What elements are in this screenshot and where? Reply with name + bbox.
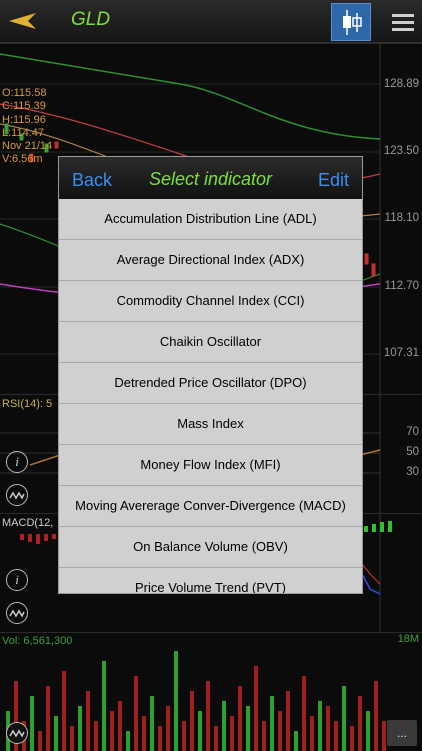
volume-bar <box>310 716 314 751</box>
volume-bar <box>342 686 346 751</box>
volume-bar <box>38 731 42 751</box>
candlestick-icon <box>343 10 362 35</box>
volume-bar <box>94 721 98 751</box>
volume-bar <box>206 681 210 751</box>
edit-button[interactable]: Edit <box>318 170 349 191</box>
back-button[interactable]: Back <box>72 170 112 191</box>
volume-bar <box>86 691 90 751</box>
candlestick-chart-button[interactable] <box>331 3 371 41</box>
indicator-item-mass-index[interactable]: Mass Index <box>59 404 362 445</box>
volume-bar <box>302 676 306 751</box>
volume-bar <box>270 696 274 751</box>
indicator-item-mfi[interactable]: Money Flow Index (MFI) <box>59 445 362 486</box>
volume-bar <box>262 721 266 751</box>
volume-bar <box>318 701 322 751</box>
back-arrow-icon[interactable] <box>8 10 38 32</box>
indicator-item-adx[interactable]: Average Directional Index (ADX) <box>59 240 362 281</box>
volume-bar <box>182 721 186 751</box>
volume-bar <box>166 706 170 751</box>
volume-bar <box>46 686 50 751</box>
indicator-item-obv[interactable]: On Balance Volume (OBV) <box>59 527 362 568</box>
indicator-item-cci[interactable]: Commodity Channel Index (CCI) <box>59 281 362 322</box>
volume-bar <box>134 676 138 751</box>
volume-bar <box>150 696 154 751</box>
volume-bar <box>78 706 82 751</box>
volume-bar <box>54 716 58 751</box>
volume-bar <box>198 711 202 751</box>
volume-bar <box>102 661 106 751</box>
rsi-info-icon[interactable]: i <box>6 451 28 473</box>
indicator-item-pvt[interactable]: Price Volume Trend (PVT) <box>59 568 362 593</box>
rsi-label: RSI(14): 5 <box>2 398 53 410</box>
volume-bar <box>286 691 290 751</box>
menu-icon <box>392 14 414 17</box>
dialog-header: Select indicator Back Edit <box>59 157 362 199</box>
price-y-label: 112.70 <box>384 280 419 292</box>
volume-bar <box>254 666 258 751</box>
volume-bar <box>222 701 226 751</box>
volume-bar <box>374 681 378 751</box>
rsi-y-label: 70 <box>406 426 419 438</box>
price-y-label: 128.89 <box>383 78 419 90</box>
volume-bar <box>382 721 386 751</box>
ticker-title: GLD <box>71 9 111 30</box>
rsi-y-label: 50 <box>406 446 419 458</box>
indicator-item-adl[interactable]: Accumulation Distribution Line (ADL) <box>59 199 362 240</box>
indicator-item-dpo[interactable]: Detrended Price Oscillator (DPO) <box>59 363 362 404</box>
price-y-label: 123.50 <box>383 145 419 157</box>
macd-settings-wave-icon[interactable] <box>6 602 28 624</box>
volume-bar <box>142 716 146 751</box>
rsi-y-label: 30 <box>406 466 419 478</box>
volume-bar <box>238 686 242 751</box>
volume-settings-wave-icon[interactable] <box>6 722 28 744</box>
ohlc-readout: O:115.58 C:115.39 H:115.96 L:114.47 Nov … <box>2 87 53 166</box>
volume-bar <box>118 701 122 751</box>
volume-bar <box>326 706 330 751</box>
volume-bar <box>214 726 218 751</box>
indicator-item-chaikin[interactable]: Chaikin Oscillator <box>59 322 362 363</box>
indicator-item-macd[interactable]: Moving Avererage Conver-Divergence (MACD… <box>59 486 362 527</box>
volume-label: Vol: 6,561,300 <box>2 635 73 647</box>
volume-bar <box>190 691 194 751</box>
volume-bar <box>278 711 282 751</box>
volume-bar <box>230 716 234 751</box>
rsi-settings-wave-icon[interactable] <box>6 484 28 506</box>
price-y-label: 118.10 <box>384 212 419 224</box>
volume-bar <box>350 726 354 751</box>
volume-chart <box>6 651 386 751</box>
volume-bar <box>62 671 66 751</box>
volume-bar <box>30 696 34 751</box>
volume-max-label: 18M <box>397 633 419 645</box>
volume-pane: Vol: 6,561,300 18M <box>0 632 422 751</box>
menu-button[interactable] <box>384 3 422 41</box>
volume-bar <box>246 706 250 751</box>
volume-bar <box>70 726 74 751</box>
macd-label: MACD(12, <box>2 517 54 529</box>
select-indicator-dialog: Select indicator Back Edit Accumulation … <box>58 156 363 594</box>
volume-bar <box>158 726 162 751</box>
macd-info-icon[interactable]: i <box>6 569 28 591</box>
volume-bar <box>294 731 298 751</box>
volume-bar <box>126 731 130 751</box>
volume-bar <box>174 651 178 751</box>
volume-bar <box>110 711 114 751</box>
volume-bar <box>334 721 338 751</box>
volume-bar <box>366 711 370 751</box>
more-options-button[interactable]: ... <box>387 720 417 746</box>
indicator-list: Accumulation Distribution Line (ADL) Ave… <box>59 199 362 593</box>
volume-bar <box>358 696 362 751</box>
price-y-label: 107.31 <box>383 347 419 359</box>
